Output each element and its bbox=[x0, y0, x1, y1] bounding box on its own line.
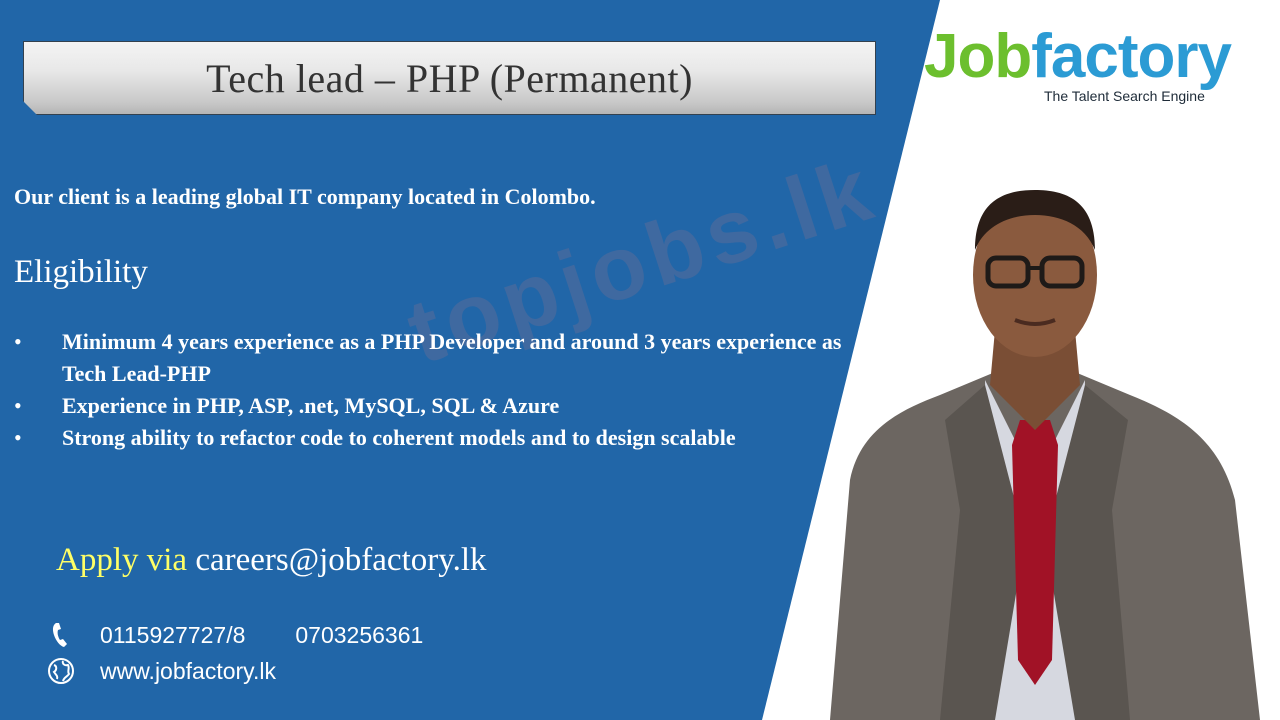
logo-wordmark: Jobfactory bbox=[924, 26, 1264, 88]
apply-label: Apply via bbox=[56, 542, 188, 578]
list-item-text: Minimum 4 years experience as a PHP Deve… bbox=[62, 329, 842, 386]
phone-number-landline: 0115927727/8 bbox=[100, 621, 246, 648]
website-link[interactable]: www.jobfactory.lk bbox=[100, 658, 276, 685]
businessman-photo bbox=[830, 190, 1260, 720]
eligibility-heading: Eligibility bbox=[14, 254, 148, 290]
apply-line: Apply via careers@jobfactory.lk bbox=[56, 542, 487, 579]
phone-icon bbox=[46, 620, 76, 650]
globe-icon bbox=[46, 656, 76, 686]
list-item-text: Experience in PHP, ASP, .net, MySQL, SQL… bbox=[62, 393, 560, 418]
website-row: www.jobfactory.lk bbox=[46, 656, 276, 686]
logo-word-job: Job bbox=[924, 22, 1032, 91]
logo-tagline: The Talent Search Engine bbox=[1044, 88, 1205, 104]
logo-word-factory: factory bbox=[1031, 22, 1232, 91]
jobfactory-logo: Jobfactory The Talent Search Engine bbox=[924, 26, 1264, 106]
bullet-marker: • bbox=[14, 425, 22, 450]
title-banner: Tech lead – PHP (Permanent) bbox=[23, 41, 876, 115]
phone-row: 0115927727/8 0703256361 bbox=[46, 620, 423, 650]
list-item: • Minimum 4 years experience as a PHP Dev… bbox=[14, 326, 844, 390]
list-item-text: Strong ability to refactor code to coher… bbox=[62, 425, 736, 450]
bullet-marker: • bbox=[14, 393, 22, 418]
apply-email: careers@jobfactory.lk bbox=[195, 542, 487, 578]
list-item: • Experience in PHP, ASP, .net, MySQL, SQ… bbox=[14, 390, 844, 422]
intro-text: Our client is a leading global IT compan… bbox=[14, 184, 596, 209]
phone-number-mobile: 0703256361 bbox=[295, 621, 424, 648]
eligibility-list: • Minimum 4 years experience as a PHP Dev… bbox=[14, 326, 844, 454]
page-title: Tech lead – PHP (Permanent) bbox=[206, 55, 693, 101]
list-item: • Strong ability to refactor code to cohe… bbox=[14, 422, 844, 454]
bullet-marker: • bbox=[14, 329, 22, 354]
